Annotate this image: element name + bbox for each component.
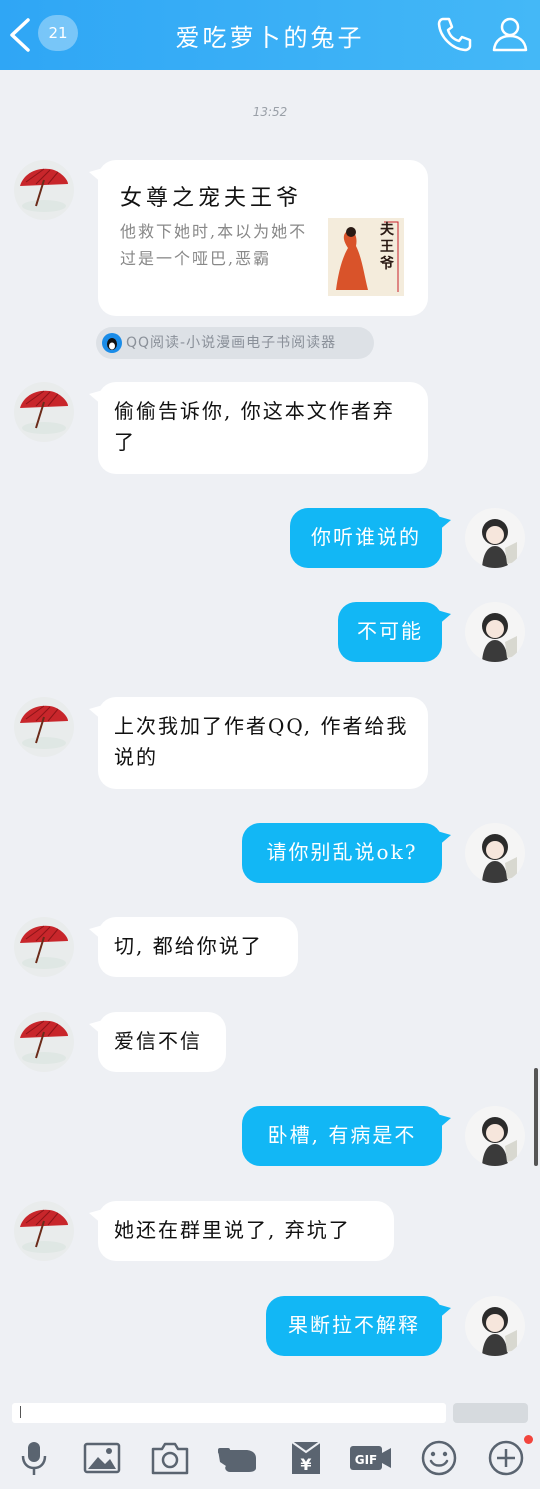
back-button[interactable]: 21 — [8, 14, 88, 54]
incoming-message[interactable]: 爱信不信 — [89, 1012, 226, 1072]
contact-avatar[interactable] — [14, 382, 74, 442]
outgoing-message[interactable]: 不可能 — [338, 602, 451, 662]
chibi-avatar-icon — [482, 1117, 517, 1166]
umbrella-avatar-icon — [20, 390, 68, 434]
incoming-message[interactable]: 切, 都给你说了 — [89, 917, 298, 977]
umbrella-avatar-icon — [20, 925, 68, 969]
money-icon: ¥ — [291, 1441, 321, 1474]
send-button[interactable] — [453, 1403, 528, 1423]
incoming-message[interactable]: 偷偷告诉你, 你这本文作者弃了 — [89, 382, 428, 474]
gif-button[interactable]: GIF — [348, 1438, 394, 1478]
transfer-button[interactable]: ¥ — [286, 1438, 326, 1478]
person-icon — [492, 17, 528, 52]
hongbao-button[interactable] — [216, 1438, 260, 1478]
call-button[interactable] — [434, 14, 474, 54]
text-caret — [20, 1406, 21, 1418]
image-icon — [83, 1442, 121, 1474]
contact-avatar[interactable] — [14, 1201, 74, 1261]
my-avatar[interactable] — [465, 1296, 525, 1356]
profile-button[interactable] — [490, 14, 530, 54]
book-share-card[interactable]: 女尊之宠夫王爷 他救下她时,本以为她不过是一个哑巴,恶霸 夫王爷 — [89, 160, 428, 316]
book-description: 他救下她时,本以为她不过是一个哑巴,恶霸 — [120, 222, 308, 268]
gif-icon: GIF — [350, 1446, 391, 1470]
hongbao-icon — [218, 1448, 256, 1472]
my-avatar[interactable] — [465, 823, 525, 883]
chat-header: 21 爱吃萝卜的兔子 — [0, 0, 540, 70]
plus-icon — [488, 1440, 524, 1476]
umbrella-avatar-icon — [20, 1020, 68, 1064]
chevron-left-icon — [10, 18, 30, 52]
chat-title: 爱吃萝卜的兔子 — [175, 24, 365, 52]
source-app-tag[interactable]: QQ阅读-小说漫画电子书阅读器 — [96, 327, 374, 359]
incoming-message[interactable]: 上次我加了作者QQ, 作者给我说的 — [89, 697, 428, 789]
umbrella-avatar-icon — [20, 705, 68, 749]
umbrella-avatar-icon — [20, 168, 68, 212]
outgoing-message[interactable]: 果断拉不解释 — [266, 1296, 451, 1356]
contact-avatar[interactable] — [14, 1012, 74, 1072]
outgoing-message[interactable]: 你听谁说的 — [290, 508, 451, 568]
gif-label: GIF — [355, 1453, 378, 1467]
chibi-avatar-icon — [482, 613, 517, 662]
my-avatar[interactable] — [465, 602, 525, 662]
phone-icon — [437, 17, 472, 52]
source-app-label: QQ阅读-小说漫画电子书阅读器 — [126, 335, 337, 351]
input-toolbar: ¥ GIF — [0, 1430, 540, 1489]
qq-penguin-icon — [102, 333, 122, 353]
scrollbar-thumb[interactable] — [534, 1068, 538, 1166]
umbrella-avatar-icon — [20, 1209, 68, 1253]
my-avatar[interactable] — [465, 508, 525, 568]
my-avatar[interactable] — [465, 1106, 525, 1166]
contact-avatar[interactable] — [14, 160, 74, 220]
book-title: 女尊之宠夫王爷 — [120, 186, 303, 211]
notification-dot — [524, 1435, 533, 1444]
chibi-avatar-icon — [482, 834, 517, 883]
contact-avatar[interactable] — [14, 917, 74, 977]
camera-button[interactable] — [150, 1438, 190, 1478]
photo-button[interactable] — [82, 1438, 122, 1478]
outgoing-message[interactable]: 请你别乱说ok? — [242, 823, 451, 883]
voice-button[interactable] — [14, 1438, 54, 1478]
chibi-avatar-icon — [482, 519, 517, 568]
unread-badge: 21 — [38, 15, 78, 51]
microphone-icon — [21, 1442, 47, 1475]
message-input[interactable] — [12, 1403, 446, 1423]
camera-icon — [151, 1442, 189, 1475]
more-button[interactable] — [486, 1438, 526, 1478]
emoji-icon — [421, 1440, 457, 1476]
book-cover: 夫王爷 — [328, 218, 404, 296]
chibi-avatar-icon — [482, 1307, 517, 1356]
emoji-button[interactable] — [419, 1438, 459, 1478]
money-symbol: ¥ — [300, 1455, 311, 1474]
contact-avatar[interactable] — [14, 697, 74, 757]
book-cover-text: 夫王爷 — [380, 222, 394, 272]
incoming-message[interactable]: 她还在群里说了, 弃坑了 — [89, 1201, 394, 1261]
message-timestamp: 13:52 — [252, 105, 288, 119]
outgoing-message[interactable]: 卧槽, 有病是不 — [242, 1106, 451, 1166]
